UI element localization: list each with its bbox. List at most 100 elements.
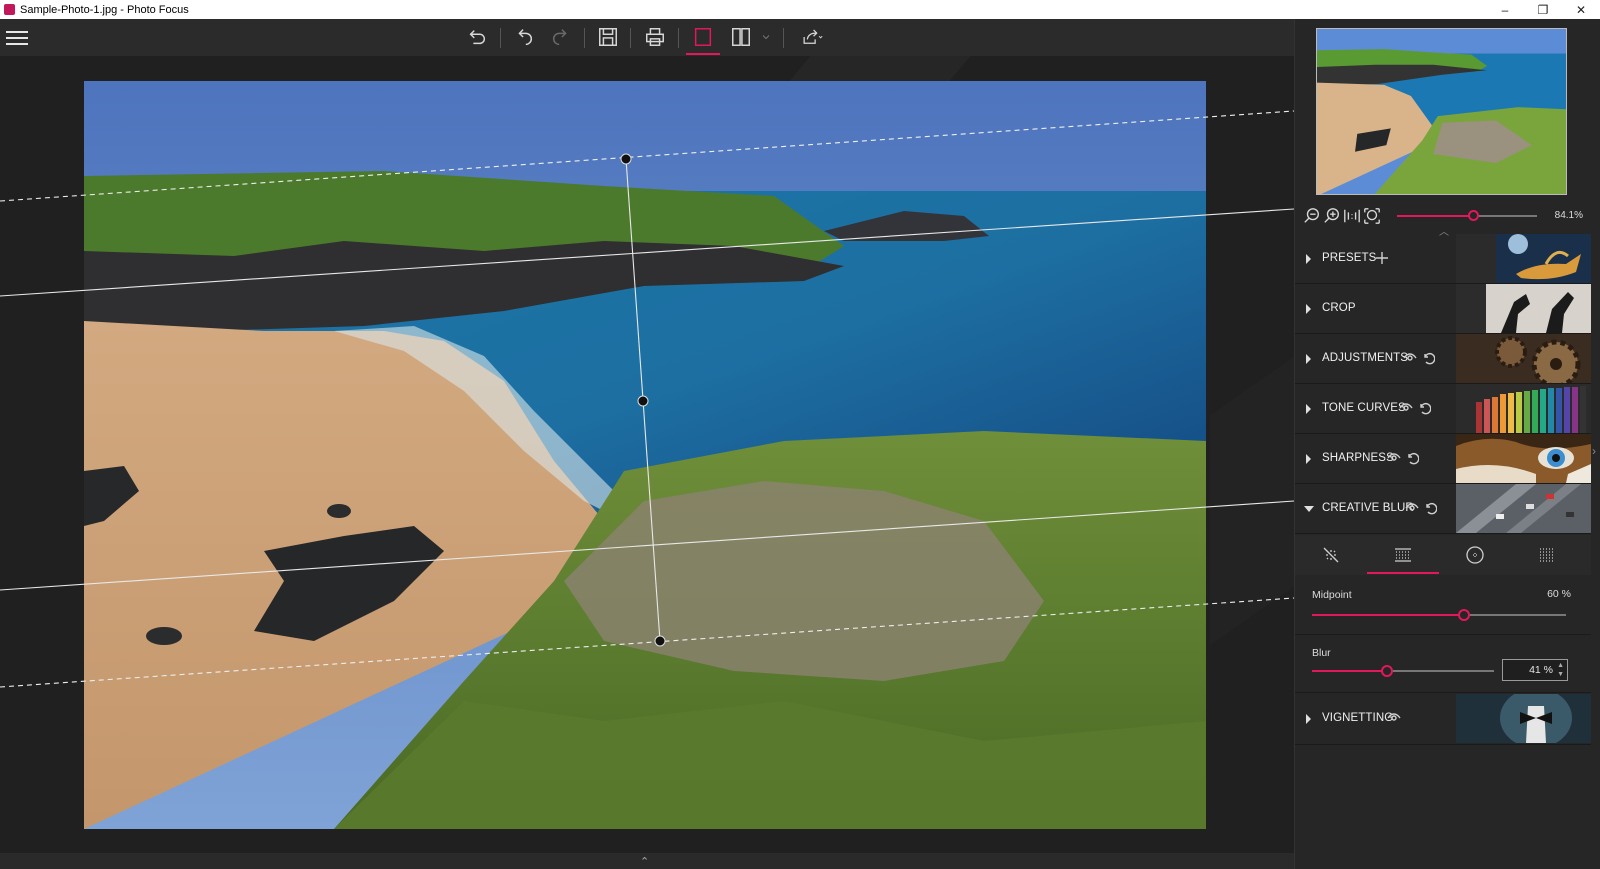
zoom-in-icon[interactable] <box>1323 207 1341 225</box>
expand-arrow-icon <box>1306 714 1311 724</box>
grid-blur-icon[interactable] <box>1511 535 1583 575</box>
radial-blur-icon[interactable] <box>1439 535 1511 575</box>
midpoint-label: Midpoint <box>1312 589 1352 601</box>
expand-filmstrip-button[interactable]: ⌃ <box>640 855 649 868</box>
app-icon <box>4 4 15 15</box>
blur-inner-line-top[interactable] <box>0 208 1294 297</box>
fit-to-screen-icon[interactable] <box>1363 207 1381 225</box>
crop-thumbnail <box>1456 284 1591 333</box>
blur-label: Blur <box>1312 647 1331 659</box>
blur-slider[interactable] <box>1312 665 1494 677</box>
reset-icon[interactable] <box>1405 451 1419 465</box>
blur-inner-line-bottom[interactable] <box>0 500 1294 591</box>
blur-outer-line-top[interactable] <box>0 110 1294 202</box>
blur-outer-line-bottom[interactable] <box>0 597 1294 688</box>
image-canvas[interactable] <box>0 56 1294 853</box>
section-creative-blur[interactable]: CREATIVE BLUR <box>1295 484 1591 534</box>
title-bar: Sample-Photo-1.jpg - Photo Focus – ❐ ✕ <box>0 0 1600 19</box>
blur-value-input[interactable]: 41 % ▲ ▼ <box>1502 659 1568 681</box>
undo-icon[interactable] <box>507 22 541 52</box>
section-actions <box>1375 251 1389 265</box>
section-adjustments[interactable]: ADJUSTMENTS <box>1295 334 1591 384</box>
section-actions <box>1405 501 1437 515</box>
chevron-down-icon[interactable] <box>756 22 776 52</box>
add-preset-icon[interactable] <box>1375 251 1389 265</box>
spinner-icon[interactable]: ▲ ▼ <box>1557 661 1564 679</box>
blur-control: Blur 41 % ▲ ▼ <box>1295 636 1591 693</box>
midpoint-slider[interactable] <box>1312 609 1566 621</box>
blur-handle-bottom[interactable] <box>654 635 666 647</box>
restore-button[interactable]: ❐ <box>1524 0 1562 19</box>
section-actions <box>1399 401 1431 415</box>
main-toolbar <box>0 19 1294 56</box>
share-icon[interactable] <box>792 22 832 52</box>
toolbar-divider <box>678 28 679 48</box>
visibility-eye-icon[interactable] <box>1387 451 1401 465</box>
section-crop[interactable]: CROP <box>1295 284 1591 334</box>
section-label: ADJUSTMENTS <box>1322 352 1409 364</box>
section-sharpness[interactable]: SHARPNESS <box>1295 434 1591 484</box>
presets-thumbnail <box>1456 234 1591 283</box>
navigator-thumbnail[interactable] <box>1316 28 1567 195</box>
blur-slider-knob[interactable] <box>1380 665 1393 677</box>
creative-blur-thumbnail <box>1456 484 1591 533</box>
visibility-eye-icon[interactable] <box>1387 711 1401 725</box>
expand-arrow-icon <box>1306 354 1311 364</box>
right-panel: 84.1% ︿ PRESETS CROP ADJUSTMENTS TONE CU… <box>1294 19 1600 869</box>
section-label: TONE CURVES <box>1322 402 1406 414</box>
blur-center-handle[interactable] <box>637 395 649 407</box>
window-title: Sample-Photo-1.jpg - Photo Focus <box>20 3 189 16</box>
expand-arrow-icon <box>1306 254 1311 264</box>
no-blur-icon[interactable] <box>1295 535 1367 575</box>
collapse-panel-icon[interactable]: › <box>1592 444 1596 458</box>
reset-icon[interactable] <box>1421 351 1435 365</box>
toolbar-divider <box>630 28 631 48</box>
midpoint-control: Midpoint 60 % <box>1295 575 1591 635</box>
section-label: CROP <box>1322 302 1356 314</box>
section-actions <box>1387 711 1401 725</box>
adjustments-thumbnail <box>1456 334 1591 383</box>
redo-icon[interactable] <box>544 22 578 52</box>
midpoint-slider-knob[interactable] <box>1458 609 1471 621</box>
blur-guide-overlay[interactable] <box>0 56 1294 853</box>
vignetting-thumbnail <box>1456 694 1591 743</box>
section-actions <box>1387 451 1419 465</box>
blur-mode-tabs <box>1295 535 1591 575</box>
undo-all-icon[interactable] <box>460 22 494 52</box>
expand-arrow-icon <box>1306 304 1311 314</box>
section-tone-curves[interactable]: TONE CURVES <box>1295 384 1591 434</box>
toolbar-divider <box>584 28 585 48</box>
blur-value: 41 % <box>1529 664 1553 676</box>
visibility-eye-icon[interactable] <box>1405 501 1419 515</box>
save-icon[interactable] <box>591 22 625 52</box>
single-view-icon[interactable] <box>686 22 720 55</box>
section-actions <box>1403 351 1435 365</box>
collapse-arrow-icon <box>1304 506 1314 512</box>
split-view-icon[interactable] <box>724 22 758 52</box>
sharpness-thumbnail <box>1456 434 1591 483</box>
section-presets[interactable]: PRESETS <box>1295 234 1591 284</box>
midpoint-value: 60 % <box>1547 588 1571 600</box>
linear-blur-icon[interactable] <box>1367 535 1439 575</box>
section-label: CREATIVE BLUR <box>1322 502 1414 514</box>
visibility-eye-icon[interactable] <box>1399 401 1413 415</box>
section-vignetting[interactable]: VIGNETTING <box>1295 694 1591 745</box>
menu-icon[interactable] <box>6 28 28 46</box>
zoom-slider-knob[interactable] <box>1468 210 1479 221</box>
section-label: SHARPNESS <box>1322 452 1394 464</box>
reset-icon[interactable] <box>1417 401 1431 415</box>
visibility-eye-icon[interactable] <box>1403 351 1417 365</box>
actual-size-icon[interactable] <box>1343 207 1361 225</box>
zoom-out-icon[interactable] <box>1303 207 1321 225</box>
toolbar-divider <box>500 28 501 48</box>
tone-curves-thumbnail <box>1456 384 1591 433</box>
section-label: VIGNETTING <box>1322 712 1394 724</box>
minimize-button[interactable]: – <box>1486 0 1524 19</box>
reset-icon[interactable] <box>1423 501 1437 515</box>
expand-arrow-icon <box>1306 454 1311 464</box>
panel-empty-area <box>1295 755 1591 869</box>
blur-handle-top[interactable] <box>620 153 632 165</box>
close-button[interactable]: ✕ <box>1562 0 1600 19</box>
print-icon[interactable] <box>638 22 672 52</box>
zoom-slider[interactable] <box>1397 210 1537 221</box>
